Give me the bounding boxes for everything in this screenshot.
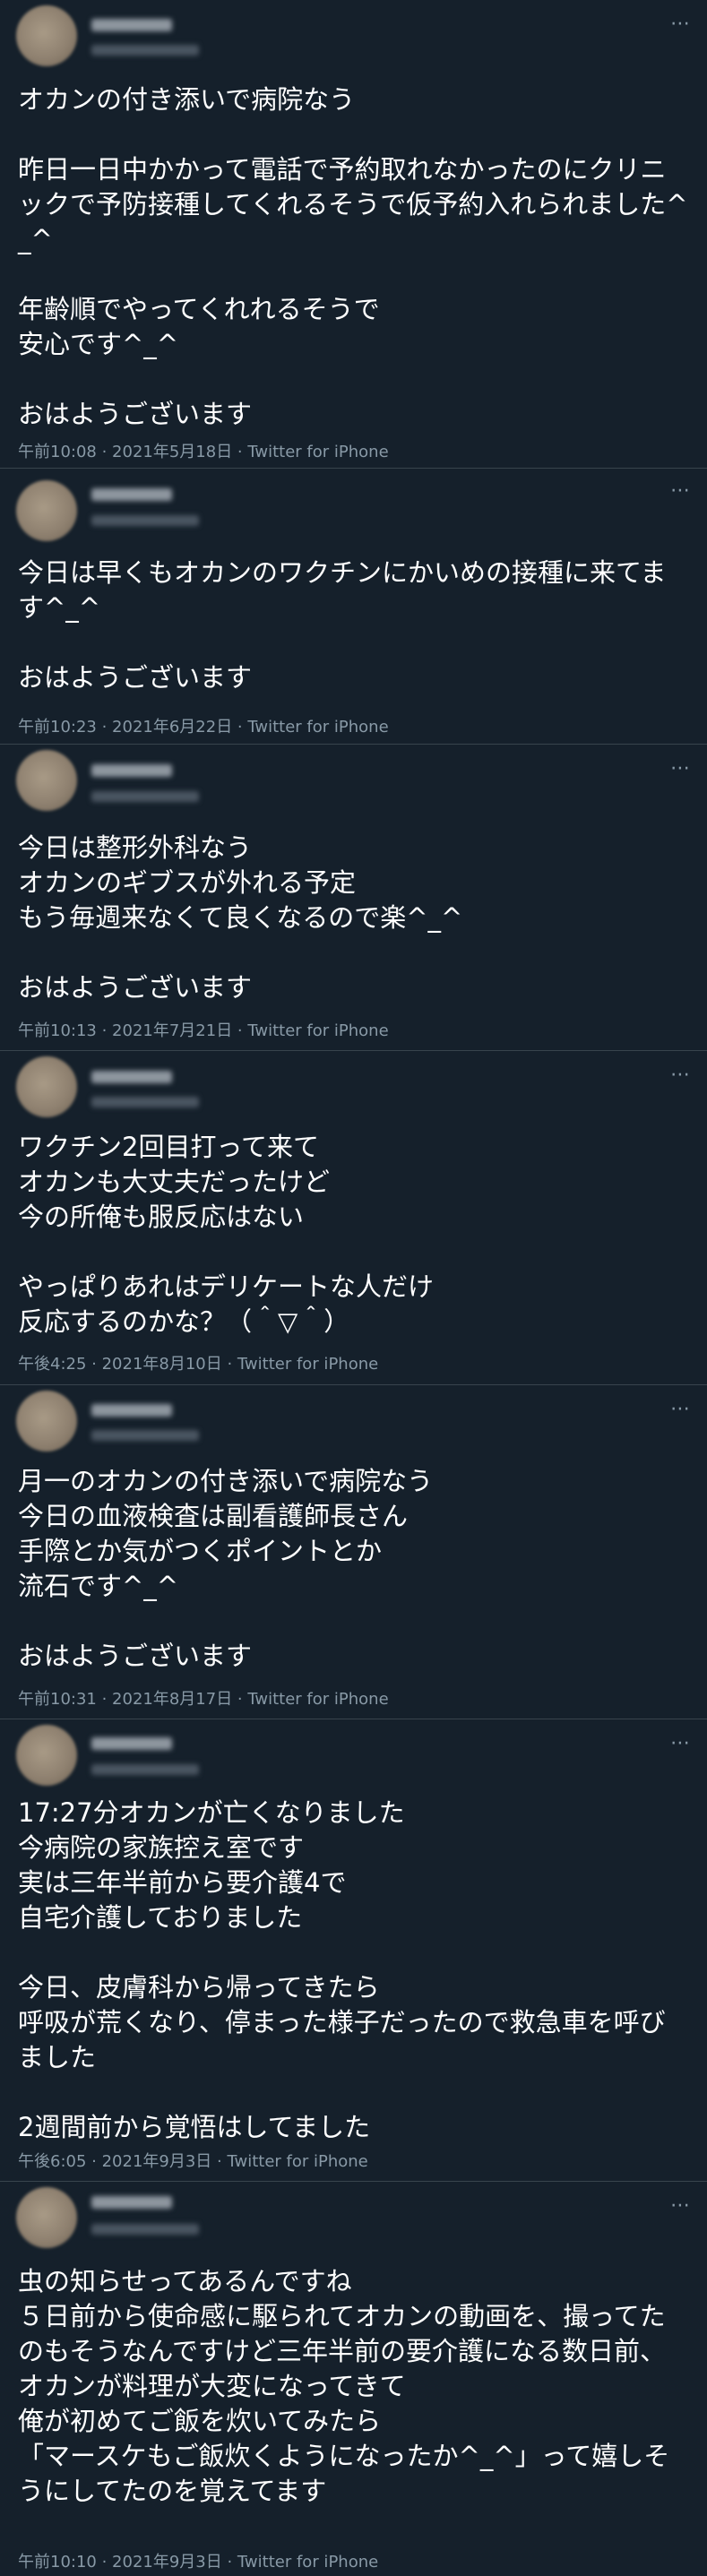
avatar[interactable] — [16, 2187, 77, 2248]
username-blurred[interactable] — [91, 45, 199, 56]
tweet-timestamp[interactable]: 午後6:05 · 2021年9月3日 · Twitter for iPhone — [18, 2149, 368, 2172]
tweet-text: ワクチン2回目打って来て オカンも大丈夫だったけど 今の所俺も服反応はない やっ… — [18, 1132, 435, 1337]
username-blurred[interactable] — [91, 2224, 199, 2235]
username-blurred[interactable] — [91, 515, 199, 526]
more-options-icon[interactable]: ⋯ — [655, 1400, 691, 1423]
username-blurred[interactable] — [91, 1097, 199, 1107]
tweet-timestamp[interactable]: 午前10:13 · 2021年7月21日 · Twitter for iPhon… — [18, 1018, 389, 1041]
tweet[interactable]: ⋯ 17:27分オカンが亡くなりました 今病院の家族控え室です 実は三年半前から… — [0, 1719, 707, 2182]
display-name-blurred[interactable] — [91, 1404, 172, 1417]
tweet-timestamp[interactable]: 午後4:25 · 2021年8月10日 · Twitter for iPhone — [18, 1351, 378, 1374]
tweet-text: 17:27分オカンが亡くなりました 今病院の家族控え室です 実は三年半前から要介… — [18, 1797, 666, 2142]
tweet[interactable]: ⋯ ワクチン2回目打って来て オカンも大丈夫だったけど 今の所俺も服反応はない … — [0, 1051, 707, 1385]
username-blurred[interactable] — [91, 1764, 199, 1775]
display-name-blurred[interactable] — [91, 1071, 172, 1083]
tweet[interactable]: ⋯ 今日は整形外科なう オカンのギブスが外れる予定 もう毎週来なくて良くなるので… — [0, 745, 707, 1051]
tweet-text: オカンの付き添いで病院なう 昨日一日中かかって電話で予約取れなかったのにクリニッ… — [18, 84, 688, 429]
more-options-icon[interactable]: ⋯ — [655, 1734, 691, 1757]
tweet-text: 今日は整形外科なう オカンのギブスが外れる予定 もう毎週来なくて良くなるので楽^… — [18, 832, 463, 1003]
username-blurred[interactable] — [91, 791, 199, 802]
tweet-timestamp[interactable]: 午前10:10 · 2021年9月3日 · Twitter for iPhone — [18, 2549, 378, 2572]
display-name-blurred[interactable] — [91, 2196, 172, 2209]
display-name-blurred[interactable] — [91, 764, 172, 777]
tweet-text: 今日は早くもオカンのワクチンにかいめの接種に来てます^_^ おはようございます — [18, 557, 667, 693]
more-options-icon[interactable]: ⋯ — [655, 759, 691, 782]
more-options-icon[interactable]: ⋯ — [655, 1065, 691, 1089]
avatar[interactable] — [16, 1056, 77, 1117]
display-name-blurred[interactable] — [91, 488, 172, 501]
avatar[interactable] — [16, 750, 77, 811]
more-options-icon[interactable]: ⋯ — [655, 2196, 691, 2219]
tweet-timestamp[interactable]: 午前10:31 · 2021年8月17日 · Twitter for iPhon… — [18, 1686, 389, 1710]
display-name-blurred[interactable] — [91, 1737, 172, 1750]
avatar[interactable] — [16, 1725, 77, 1786]
tweet[interactable]: ⋯ オカンの付き添いで病院なう 昨日一日中かかって電話で予約取れなかったのにクリ… — [0, 0, 707, 469]
more-options-icon[interactable]: ⋯ — [655, 14, 691, 38]
tweet-text: 月一のオカンの付き添いで病院なう 今日の血液検査は副看護師長さん 手際とか気がつ… — [18, 1466, 434, 1671]
tweet-timestamp[interactable]: 午前10:23 · 2021年6月22日 · Twitter for iPhon… — [18, 714, 389, 737]
username-blurred[interactable] — [91, 1430, 199, 1441]
avatar[interactable] — [16, 5, 77, 66]
avatar[interactable] — [16, 480, 77, 541]
tweet[interactable]: ⋯ 月一のオカンの付き添いで病院なう 今日の血液検査は副看護師長さん 手際とか気… — [0, 1385, 707, 1719]
tweet-text: 虫の知らせってあるんですね ５日前から使命感に駆られてオカンの動画を、撮ってたの… — [18, 2266, 670, 2506]
tweet[interactable]: ⋯ 今日は早くもオカンのワクチンにかいめの接種に来てます^_^ おはようございま… — [0, 469, 707, 745]
display-name-blurred[interactable] — [91, 19, 172, 31]
tweet[interactable]: ⋯ 虫の知らせってあるんですね ５日前から使命感に駆られてオカンの動画を、撮って… — [0, 2182, 707, 2576]
avatar[interactable] — [16, 1391, 77, 1452]
tweet-timestamp[interactable]: 午前10:08 · 2021年5月18日 · Twitter for iPhon… — [18, 439, 389, 462]
more-options-icon[interactable]: ⋯ — [655, 481, 691, 504]
